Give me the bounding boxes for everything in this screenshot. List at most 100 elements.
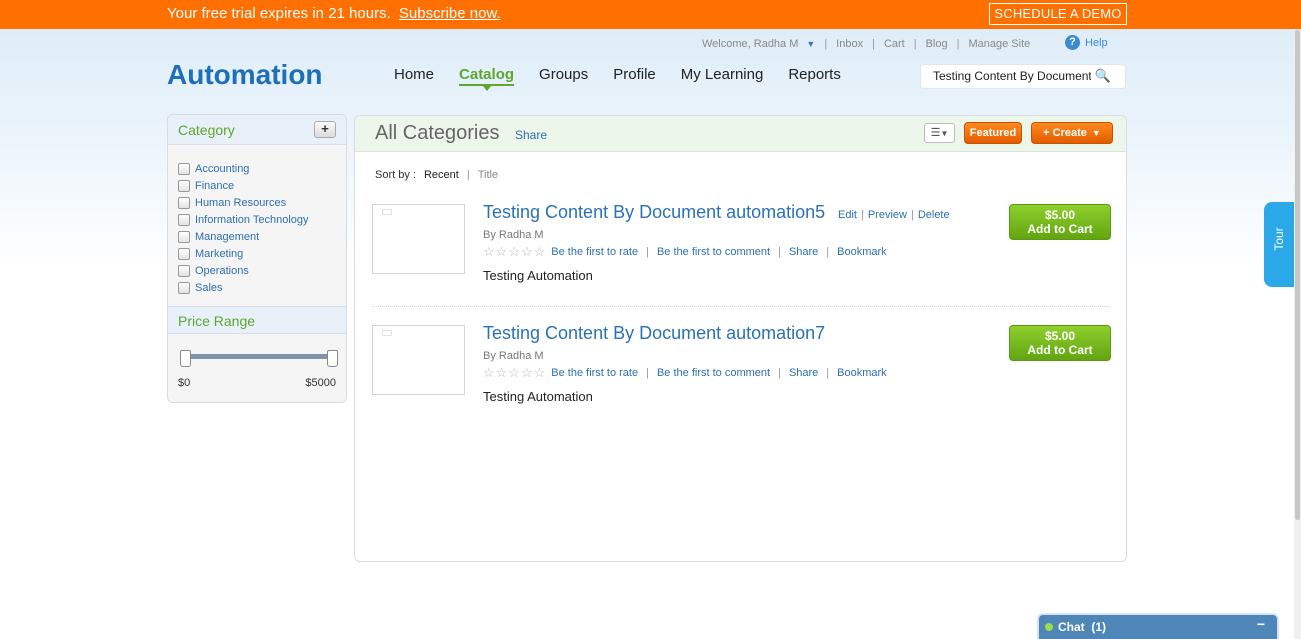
- price-slider-min-handle[interactable]: [179, 350, 191, 367]
- category-title: Category: [178, 122, 235, 138]
- category-item[interactable]: Human Resources: [178, 194, 346, 211]
- checkbox[interactable]: [178, 230, 190, 243]
- category-label[interactable]: Sales: [195, 282, 223, 294]
- chevron-down-icon[interactable]: ▼: [806, 39, 815, 49]
- checkbox[interactable]: [178, 196, 190, 209]
- inbox-link[interactable]: Inbox: [836, 38, 863, 50]
- trial-message: Your free trial expires in 21 hours. Sub…: [167, 5, 501, 22]
- page-title: All Categories: [375, 122, 500, 144]
- share-link[interactable]: Share: [515, 128, 547, 142]
- category-label[interactable]: Management: [195, 231, 259, 243]
- rate-link[interactable]: Be the first to rate: [551, 367, 638, 379]
- view-toggle-button[interactable]: ☰▼: [924, 123, 955, 143]
- category-item[interactable]: Sales: [178, 279, 346, 296]
- item-title[interactable]: Testing Content By Document automation7: [483, 323, 825, 344]
- checkbox[interactable]: [178, 162, 190, 175]
- sort-label: Sort by :: [375, 169, 416, 181]
- content-thumbnail[interactable]: [372, 204, 465, 274]
- item-title[interactable]: Testing Content By Document automation5: [483, 202, 825, 223]
- nav-catalog[interactable]: Catalog: [459, 66, 515, 91]
- nav-home[interactable]: Home: [394, 66, 434, 86]
- category-label[interactable]: Information Technology: [195, 214, 309, 226]
- item-description: Testing Automation: [483, 389, 593, 404]
- content-thumbnail[interactable]: [372, 325, 465, 395]
- add-to-cart-button[interactable]: $5.00 Add to Cart: [1009, 325, 1111, 361]
- cart-link[interactable]: Cart: [884, 38, 905, 50]
- category-label[interactable]: Marketing: [195, 248, 243, 260]
- item-author: By Radha M: [483, 350, 544, 362]
- filter-sidebar: Category + Accounting Finance Human Reso…: [167, 114, 347, 403]
- category-item[interactable]: Operations: [178, 262, 346, 279]
- checkbox[interactable]: [178, 213, 190, 226]
- blog-link[interactable]: Blog: [926, 38, 948, 50]
- manage-site-link[interactable]: Manage Site: [968, 38, 1030, 50]
- category-label[interactable]: Accounting: [195, 163, 249, 175]
- comment-link[interactable]: Be the first to comment: [657, 246, 770, 258]
- checkbox[interactable]: [178, 179, 190, 192]
- star-rating-icon[interactable]: ☆☆☆☆☆: [483, 244, 546, 260]
- star-rating-icon[interactable]: ☆☆☆☆☆: [483, 365, 546, 381]
- minimize-icon[interactable]: −: [1257, 616, 1265, 632]
- tour-tab[interactable]: Tour: [1264, 202, 1294, 287]
- add-to-cart-button[interactable]: $5.00 Add to Cart: [1009, 204, 1111, 240]
- checkbox[interactable]: [178, 281, 190, 294]
- share-link[interactable]: Share: [789, 246, 818, 258]
- welcome-user[interactable]: Welcome, Radha M: [702, 38, 798, 50]
- page-scrollbar[interactable]: [1294, 30, 1301, 639]
- bookmark-link[interactable]: Bookmark: [837, 367, 887, 379]
- category-item[interactable]: Accounting: [178, 160, 346, 177]
- category-item[interactable]: Management: [178, 228, 346, 245]
- category-item[interactable]: Marketing: [178, 245, 346, 262]
- share-link[interactable]: Share: [789, 367, 818, 379]
- schedule-demo-button[interactable]: SCHEDULE A DEMO: [989, 3, 1127, 25]
- search-input[interactable]: [933, 69, 1091, 83]
- category-label[interactable]: Human Resources: [195, 197, 286, 209]
- trial-banner: Your free trial expires in 21 hours. Sub…: [0, 0, 1301, 29]
- price-slider-max-handle[interactable]: [326, 350, 338, 367]
- site-logo[interactable]: Automation: [167, 59, 323, 91]
- create-button[interactable]: + Create ▼: [1031, 122, 1113, 144]
- nav-my-learning[interactable]: My Learning: [681, 66, 764, 86]
- checkbox[interactable]: [178, 264, 190, 277]
- comment-link[interactable]: Be the first to comment: [657, 367, 770, 379]
- rate-link[interactable]: Be the first to rate: [551, 246, 638, 258]
- sort-recent[interactable]: Recent: [424, 169, 459, 181]
- item-actions: Edit | Preview | Delete: [838, 209, 950, 221]
- list-view-icon: ☰: [930, 127, 941, 139]
- chat-count-badge: (1): [1091, 620, 1107, 634]
- add-to-cart-label: Add to Cart: [1027, 343, 1093, 357]
- chevron-down-icon: ▼: [1091, 128, 1101, 138]
- price-label: $5.00: [1044, 208, 1076, 222]
- edit-link[interactable]: Edit: [838, 209, 857, 221]
- featured-button[interactable]: Featured: [964, 122, 1022, 144]
- sort-title[interactable]: Title: [478, 169, 498, 181]
- category-header: Category +: [168, 115, 346, 145]
- nav-profile[interactable]: Profile: [613, 66, 656, 86]
- scrollbar-thumb[interactable]: [1295, 30, 1300, 520]
- checkbox[interactable]: [178, 247, 190, 260]
- subscribe-link[interactable]: Subscribe now.: [399, 5, 501, 22]
- category-item[interactable]: Finance: [178, 177, 346, 194]
- add-category-button[interactable]: +: [314, 121, 336, 138]
- help-link[interactable]: ? Help: [1065, 35, 1108, 50]
- category-item[interactable]: Information Technology: [178, 211, 346, 228]
- bookmark-link[interactable]: Bookmark: [837, 246, 887, 258]
- chat-widget[interactable]: Chat (1) −: [1037, 613, 1279, 639]
- price-range-header: Price Range: [168, 306, 346, 334]
- nav-reports[interactable]: Reports: [788, 66, 841, 86]
- add-to-cart-label: Add to Cart: [1027, 222, 1093, 236]
- nav-groups[interactable]: Groups: [539, 66, 588, 86]
- chevron-down-icon: ▼: [940, 129, 949, 138]
- price-min-label: $0: [178, 377, 191, 389]
- preview-link[interactable]: Preview: [868, 209, 907, 221]
- delete-link[interactable]: Delete: [918, 209, 950, 221]
- catalog-item: Testing Content By Document automation5 …: [372, 202, 1111, 306]
- search-icon[interactable]: 🔍: [1095, 68, 1111, 84]
- price-slider-track[interactable]: [184, 354, 333, 359]
- price-max-label: $5000: [305, 377, 336, 389]
- category-label[interactable]: Operations: [195, 265, 249, 277]
- category-label[interactable]: Finance: [195, 180, 234, 192]
- tour-label: Tour: [1272, 227, 1286, 251]
- price-range-title: Price Range: [178, 313, 256, 329]
- price-label: $5.00: [1044, 329, 1076, 343]
